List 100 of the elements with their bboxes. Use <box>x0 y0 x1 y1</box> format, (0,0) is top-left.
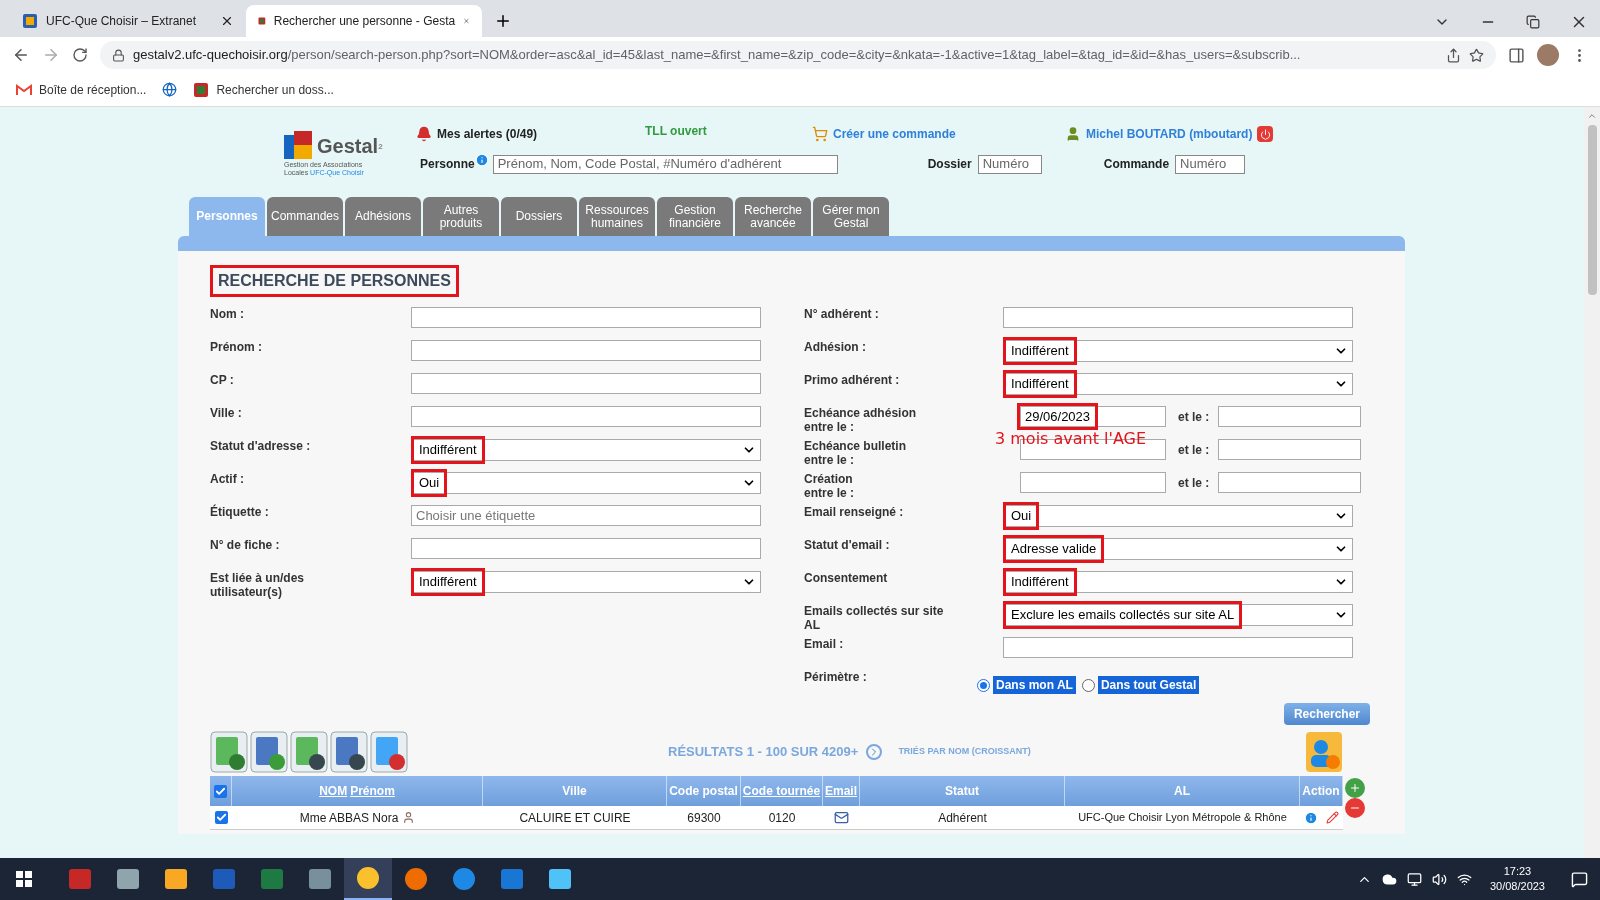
text-field[interactable]: Numéro <box>1175 154 1246 174</box>
dropdown[interactable]: Indifférent <box>1003 571 1353 593</box>
nav-tab[interactable]: Adhésions <box>345 197 421 236</box>
browser-tab[interactable]: Rechercher une personne - Gesta <box>246 5 482 37</box>
field-label: Statut d'email : <box>804 538 891 552</box>
date-field[interactable] <box>1218 406 1361 427</box>
mail-logo-icon <box>16 83 32 96</box>
wifi-icon[interactable] <box>1456 871 1472 887</box>
dropdown[interactable]: Oui <box>1003 505 1353 527</box>
status-text: TLL ouvert <box>645 123 708 140</box>
user-icon <box>1065 126 1081 142</box>
handwritten-note: 3 mois avant l'AGE <box>995 430 1147 448</box>
dropdown[interactable]: Exclure les emails collectés sur site AL <box>1003 604 1353 626</box>
windows-logo-icon[interactable] <box>16 871 32 887</box>
network-icon[interactable] <box>1406 871 1422 887</box>
column-header: Ville <box>562 783 587 800</box>
back-icon[interactable] <box>12 46 30 64</box>
radio-button[interactable] <box>977 678 990 692</box>
radio-label[interactable]: Dans tout Gestal <box>1097 676 1200 694</box>
dropdown[interactable]: Indifférent <box>411 571 761 593</box>
scrollbar-thumb[interactable] <box>1587 125 1597 295</box>
mail-icon[interactable] <box>834 810 849 825</box>
create-order-link[interactable]: Créer une commande <box>833 125 956 143</box>
app-icon[interactable] <box>500 867 524 891</box>
scroll-up-icon[interactable] <box>1587 111 1597 121</box>
date-field[interactable] <box>1020 472 1166 493</box>
app-icon[interactable] <box>548 867 572 891</box>
volume-icon[interactable] <box>1431 871 1447 887</box>
edit-icon[interactable] <box>1326 811 1339 824</box>
text-field[interactable] <box>411 340 761 361</box>
text-field[interactable]: Choisir une étiquette <box>411 505 761 526</box>
search-button[interactable]: Rechercher <box>1283 703 1370 725</box>
new-tab-icon[interactable] <box>494 12 512 30</box>
side-panel-icon[interactable] <box>1508 46 1525 64</box>
dropdown[interactable]: Indifférent <box>1003 340 1353 362</box>
lock-icon <box>112 48 125 62</box>
checkbox[interactable] <box>214 811 228 824</box>
app-icon[interactable] <box>452 867 476 891</box>
app-icon[interactable] <box>404 867 428 891</box>
nav-tab[interactable]: Dossiers <box>501 197 577 236</box>
logout-button[interactable] <box>1257 126 1274 142</box>
field-label: Ville : <box>210 406 243 420</box>
checkbox[interactable] <box>214 784 227 798</box>
text-field[interactable] <box>411 538 761 559</box>
browser-tab[interactable]: UFC-Que Choisir – Extranet <box>10 5 246 37</box>
text-field[interactable] <box>1003 637 1353 658</box>
field-label: Commande <box>1103 156 1170 173</box>
radio-label[interactable]: Dans mon AL <box>993 676 1076 694</box>
text-field[interactable] <box>411 307 761 328</box>
bookmark[interactable]: Rechercher un doss... <box>193 80 334 99</box>
dropdown[interactable]: Adresse valide <box>1003 538 1353 560</box>
share-icon[interactable] <box>1446 47 1461 63</box>
text-field[interactable]: Numéro <box>977 154 1042 174</box>
app-icon[interactable] <box>164 867 188 891</box>
info-icon[interactable] <box>1304 810 1318 825</box>
bookmark[interactable]: Boîte de réception... <box>16 80 147 99</box>
close-icon[interactable] <box>220 14 234 28</box>
add-person-icon[interactable] <box>1305 731 1343 773</box>
notification-icon[interactable] <box>1571 870 1588 888</box>
date-field[interactable] <box>1218 472 1361 493</box>
nav-tab[interactable]: Ressources humaines <box>579 197 655 236</box>
address-bar[interactable]: gestalv2.ufc-quechoisir.org/person/search-person.php?sort=NOM&order=asc&al_id=45&last_name=&first_name=&zip_code=&city=&nkata=-1&active=1&tag_label=&tag_id=&id=&has_users=&subscrib... <box>100 41 1496 69</box>
app-icon[interactable] <box>356 866 380 890</box>
field-label: Email : <box>804 637 845 651</box>
table-cell-text: Mme ABBAS Nora <box>299 809 399 827</box>
cloud-icon[interactable] <box>1381 871 1397 887</box>
user-link[interactable]: Michel BOUTARD (mboutard) <box>1086 125 1253 143</box>
dropdown[interactable]: Indifférent <box>411 439 761 461</box>
restore-icon[interactable] <box>1526 15 1540 29</box>
search-field[interactable]: Prénom, Nom, Code Postal, #Numéro d'adhérent <box>492 154 838 174</box>
text-field[interactable] <box>1003 307 1353 328</box>
field-label: Création entre le : <box>804 472 855 500</box>
text-field[interactable] <box>411 373 761 394</box>
bookmark-star-icon[interactable] <box>1469 47 1484 63</box>
column-header: Statut <box>945 783 979 800</box>
nav-tab[interactable]: Commandes <box>267 197 343 236</box>
alerts-link[interactable]: Mes alertes (0/49) <box>437 125 538 143</box>
dropdown[interactable]: Oui <box>411 472 761 494</box>
table-cell-text: UFC-Que Choisir Lyon Métropole & Rhône <box>1077 810 1288 826</box>
field-label: Personne <box>420 156 475 173</box>
sort-info: TRIÉS PAR NOM (CROISSANT) <box>898 745 1031 759</box>
next-page-icon[interactable] <box>866 744 883 760</box>
nav-tab[interactable]: Autres produits <box>423 197 499 236</box>
profile-avatar[interactable] <box>1537 44 1559 66</box>
nav-tab[interactable]: Gérer mon Gestal <box>813 197 889 236</box>
remove-icon[interactable] <box>1345 798 1365 818</box>
date-field[interactable] <box>1218 439 1361 460</box>
reload-icon[interactable] <box>72 47 88 63</box>
dropdown[interactable]: Indifférent <box>1003 373 1353 395</box>
bookmark[interactable] <box>162 82 178 97</box>
app-icon[interactable] <box>116 867 140 891</box>
text-field[interactable] <box>411 406 761 427</box>
info-icon[interactable] <box>474 153 489 167</box>
table-cell-text: 0120 <box>767 809 797 827</box>
nav-tab[interactable]: Recherche avancée <box>735 197 811 236</box>
nav-tab[interactable]: Gestion financière <box>657 197 733 236</box>
date-field[interactable]: 29/06/2023 <box>1020 406 1166 427</box>
add-icon[interactable] <box>1345 778 1365 798</box>
app-icon[interactable] <box>308 867 332 891</box>
radio-button[interactable] <box>1081 678 1095 692</box>
